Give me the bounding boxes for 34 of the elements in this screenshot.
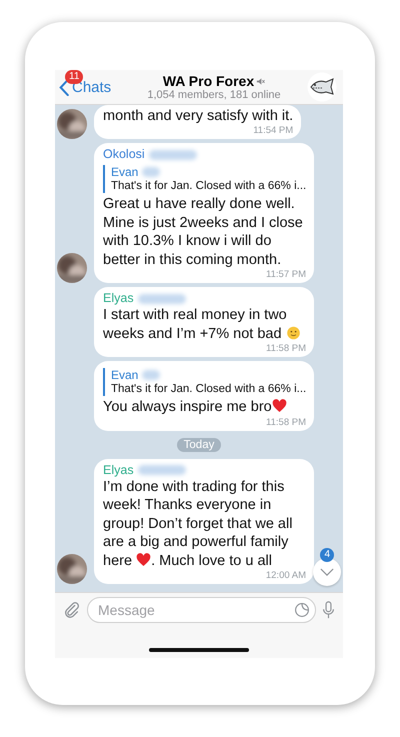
reply-author: Evan bbox=[111, 368, 138, 382]
date-pill: Today bbox=[176, 438, 222, 452]
message-text: I start with real money in two weeks and I’m +7% not bad bbox=[103, 306, 306, 343]
sender-name: Okolosi bbox=[103, 147, 145, 162]
message-text: You always inspire me bro bbox=[103, 398, 306, 416]
paperclip-icon[interactable] bbox=[63, 601, 81, 619]
message-text: month and very satisfy with it. bbox=[103, 106, 294, 125]
unread-count-badge: 4 bbox=[320, 548, 334, 562]
reply-quote[interactable]: Evan That's it for Jan. Closed with a 66% i... bbox=[103, 368, 306, 396]
member-count: 1,054 members, 181 online bbox=[147, 89, 281, 101]
sender-name: Elyas bbox=[103, 462, 134, 478]
message-time: 11:57 PM bbox=[266, 269, 306, 281]
heart-icon bbox=[136, 552, 152, 566]
heart-icon bbox=[272, 399, 287, 413]
sender-name: Elyas bbox=[103, 291, 134, 306]
message-time: 11:58 PM bbox=[266, 416, 306, 428]
reply-text: That's it for Jan. Closed with a 66% i... bbox=[111, 382, 306, 396]
smiley-icon bbox=[286, 326, 301, 340]
fish-avatar-icon[interactable] bbox=[307, 72, 337, 102]
message-text: I’m done with trading for this week! Thanks everyone in group! Don’t forget that we all are a big and powerful family here . Much love to u all bbox=[103, 478, 294, 570]
message-time: 11:54 PM bbox=[253, 125, 294, 137]
microphone-icon[interactable] bbox=[322, 601, 335, 619]
reply-author: Evan bbox=[111, 165, 138, 179]
message-time: 12:00 AM bbox=[266, 570, 306, 582]
message-input[interactable]: Message bbox=[87, 597, 316, 623]
message-time: 11:58 PM bbox=[266, 343, 306, 355]
chat-title: WA Pro Forex bbox=[162, 73, 254, 89]
sticker-icon[interactable] bbox=[294, 602, 310, 618]
scroll-down-button[interactable] bbox=[313, 558, 341, 586]
reply-text: That's it for Jan. Closed with a 66% i... bbox=[111, 179, 306, 193]
chevron-down-icon bbox=[320, 568, 334, 576]
message-text: Great u have really done well. Mine is just 2weeks and I close with 10.3% I know i will do better in this coming month. bbox=[103, 195, 304, 269]
back-icon bbox=[59, 78, 69, 96]
reply-quote[interactable]: Evan That's it for Jan. Closed with a 66% i... bbox=[103, 165, 306, 193]
